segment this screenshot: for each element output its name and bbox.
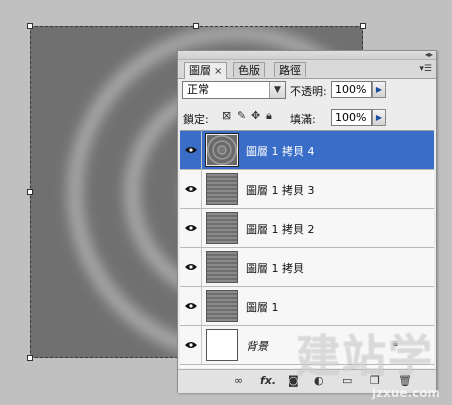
watermark-text: 建站学 [296,331,434,382]
layer-row[interactable]: 圖層 1 拷貝 4 [180,131,434,170]
layer-name: 圖層 1 拷貝 3 [246,184,315,197]
layer-thumbnail [206,329,238,361]
opacity-field[interactable]: 100% [331,81,372,98]
handle-middle-left[interactable] [27,189,33,195]
tab-layers[interactable]: 圖層 × [184,62,228,79]
blend-mode-value: 正常 [187,83,209,96]
chevron-down-icon: ▼ [269,82,285,98]
lock-transparency-icon[interactable]: ⊠ [222,109,231,123]
fill-label: 填滿: [290,113,316,126]
lock-label: 鎖定: [183,113,209,126]
visibility-toggle[interactable] [180,131,202,169]
panel-titlebar[interactable]: · · · · [178,51,436,60]
layer-row[interactable]: 圖層 1 拷貝 [180,248,434,287]
eye-icon [185,225,197,231]
tab-channels-label: 色版 [238,64,260,77]
eye-icon [185,186,197,192]
visibility-toggle[interactable] [180,209,202,247]
blend-mode-select[interactable]: 正常 ▼ [182,81,286,99]
close-icon[interactable]: × [214,66,222,77]
visibility-toggle[interactable] [180,287,202,325]
eye-icon [185,147,197,153]
opacity-label: 不透明: [290,85,327,98]
fill-field[interactable]: 100% [331,109,372,126]
layer-row[interactable]: 圖層 1 拷貝 2 [180,209,434,248]
fill-value: 100% [335,111,367,124]
handle-top-center[interactable] [193,23,199,29]
visibility-toggle[interactable] [180,326,202,364]
layer-name: 圖層 1 拷貝 4 [246,145,315,158]
handle-bottom-left[interactable] [27,355,33,361]
visibility-toggle[interactable] [180,248,202,286]
visibility-toggle[interactable] [180,170,202,208]
layer-thumbnail [206,251,238,283]
opacity-slider-button[interactable]: ▶ [372,81,386,98]
eye-icon [185,303,197,309]
eye-icon [185,342,197,348]
panel-tabs: 圖層 × 色版 路徑 ▾☰ [178,60,436,79]
tab-paths-label: 路徑 [279,64,301,77]
layer-thumbnail [206,173,238,205]
layer-row[interactable]: 圖層 1 拷貝 3 [180,170,434,209]
lock-position-icon[interactable]: ✥ [251,109,260,123]
layer-thumbnail [206,290,238,322]
fill-slider-button[interactable]: ▶ [372,109,386,126]
fx-icon[interactable]: fx. [260,374,276,388]
layer-name: 圖層 1 拷貝 2 [246,223,315,236]
link-icon[interactable]: ∞ [234,374,243,388]
layer-thumbnail [206,212,238,244]
layer-thumbnail [205,133,239,167]
layer-name: 圖層 1 [246,301,279,314]
panel-menu-icon[interactable]: ▾☰ [419,64,432,74]
tab-channels[interactable]: 色版 [233,62,265,77]
lock-all-icon[interactable]: 🔒︎ [266,109,272,123]
handle-top-left[interactable] [27,23,33,29]
opacity-value: 100% [335,83,367,96]
layer-name: 圖層 1 拷貝 [246,262,304,275]
tab-paths[interactable]: 路徑 [274,62,306,77]
tab-layers-label: 圖層 [189,64,211,77]
collapse-icon[interactable]: ◂▸ [425,50,433,60]
watermark-url: jzxue.com [372,386,440,400]
eye-icon [185,264,197,270]
handle-top-right[interactable] [360,23,366,29]
layer-name: 背景 [246,340,268,353]
lock-pixels-icon[interactable]: ✎ [237,109,246,123]
